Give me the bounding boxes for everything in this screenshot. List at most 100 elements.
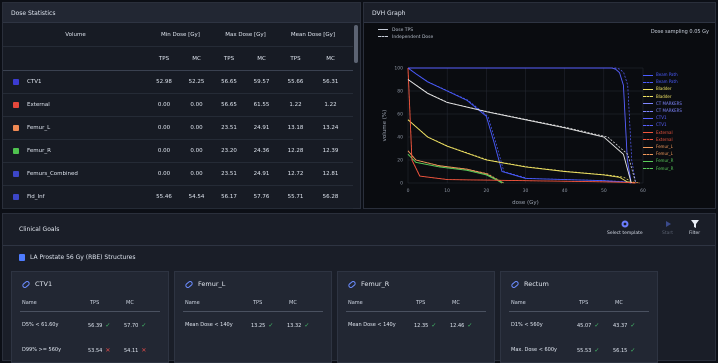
goal-tps-value: 53.54: [88, 348, 103, 354]
card-title-text: Femur_L: [198, 280, 226, 288]
legend-item[interactable]: CTV1: [643, 121, 682, 128]
filter-button[interactable]: Filter: [689, 220, 700, 236]
goal-card-femur-l[interactable]: Femur_L Name TPS MC Mean Dose < 140y 13.25 ✓ 13…: [174, 271, 332, 363]
mean-tps-cell: 13.18: [287, 125, 304, 131]
volume-header[interactable]: Volume: [3, 23, 148, 46]
structure-color-swatch: [13, 171, 19, 177]
legend-item[interactable]: Bladder: [643, 85, 682, 92]
legend-line-swatch: [643, 153, 653, 155]
cross-icon: ✕: [105, 347, 111, 354]
legend-item[interactable]: Femur_L: [643, 143, 682, 150]
dvh-graph-title: DVH Graph: [364, 3, 715, 23]
structure-name-cell: External: [3, 94, 148, 116]
dose-statistics-table: Volume Min Dose [Gy] Max Dose [Gy] Mean …: [3, 23, 353, 209]
dvh-line-bladder: [407, 119, 636, 184]
goal-name: D5% < 61.60y: [22, 322, 59, 328]
dose-statistics-panel: Dose Statistics Volume Min Dose [Gy] Max…: [2, 2, 361, 209]
min-tps-cell: 0.00: [157, 148, 171, 154]
select-template-button[interactable]: Select template: [607, 220, 643, 236]
tps-col-header: TPS: [253, 300, 263, 306]
legend-item[interactable]: CT MARKERS: [643, 107, 682, 114]
table-row[interactable]: Femur_R 0.00 0.00 23.20 24.36 12.28 12.39: [3, 140, 353, 163]
dose-statistics-title: Dose Statistics: [3, 3, 360, 23]
card-title: Femur_L: [184, 279, 226, 289]
structure-color-swatch: [13, 194, 19, 200]
mean-mc-header: MC: [326, 55, 335, 62]
min-dose-header[interactable]: Min Dose [Gy]: [148, 23, 213, 46]
tps-col-header: TPS: [416, 300, 426, 306]
legend-item[interactable]: External: [643, 136, 682, 143]
mc-col-header: MC: [615, 300, 623, 306]
legend-item[interactable]: Beam Path: [643, 71, 682, 78]
max-dose-header[interactable]: Max Dose [Gy]: [213, 23, 278, 46]
table-row[interactable]: Fid_Inf 55.46 54.54 56.17 57.76 55.71 56.28: [3, 186, 353, 209]
goal-card-ctv1[interactable]: CTV1 Name TPS MC D5% < 61.60y 56.39 ✓ 57.70 ✓ D99…: [11, 271, 169, 363]
name-col-header: Name: [185, 300, 200, 306]
goal-name: D99% >= 560y: [22, 347, 62, 353]
legend-item[interactable]: Femur_R: [643, 165, 682, 172]
legend-label: Femur_L: [656, 151, 673, 157]
x-tick-label: 20: [483, 188, 489, 194]
mean-tps-cell: 55.71: [287, 194, 304, 200]
dvh-graph-panel: DVH Graph Dose TPS Independent Dose Dose…: [363, 2, 716, 209]
name-col-header: Name: [511, 300, 526, 306]
min-mc-header: MC: [192, 55, 201, 62]
max-mc-cell: 24.91: [253, 125, 270, 131]
legend-item[interactable]: Beam Path: [643, 78, 682, 85]
start-label: Start: [662, 231, 673, 236]
structure-name: Femurs_Combined: [27, 171, 78, 177]
goal-tps-value: 56.39: [88, 323, 103, 329]
table-row[interactable]: Femur_L 0.00 0.00 23.51 24.91 13.18 13.24: [3, 117, 353, 140]
mean-mc-cell: 1.22: [324, 102, 337, 108]
structure-link-icon: [510, 279, 520, 289]
mean-dose-header[interactable]: Mean Dose [Gy]: [278, 23, 348, 46]
goal-tps-value: 12.35: [414, 323, 429, 329]
goal-card-rectum[interactable]: Rectum Name TPS MC D1% < 560y 45.07 ✓ 43.37 ✓ Max…: [500, 271, 658, 363]
legend-item[interactable]: Femur_L: [643, 150, 682, 157]
y-axis-label: volume (%): [382, 110, 388, 142]
legend-item[interactable]: CTV1: [643, 114, 682, 121]
check-icon: ✓: [594, 347, 600, 354]
scrollbar[interactable]: [354, 25, 358, 63]
x-tick-label: 40: [562, 188, 568, 194]
legend-line-swatch: [643, 146, 653, 148]
card-title: Rectum: [510, 279, 549, 289]
goal-tps: 55.53 ✓: [577, 347, 599, 354]
legend-label: CT MARKERS: [656, 108, 682, 114]
table-subheader-row: TPS MC TPS MC TPS MC: [3, 47, 353, 71]
table-row[interactable]: Femurs_Combined 0.00 0.00 23.51 24.91 12.72 12…: [3, 163, 353, 186]
structure-link-icon: [347, 279, 357, 289]
legend-item[interactable]: Bladder: [643, 93, 682, 100]
clinical-goals-panel: Clinical Goals Select template Start Fil…: [2, 213, 716, 363]
table-row[interactable]: External 0.00 0.00 56.65 61.55 1.22 1.22: [3, 94, 353, 117]
goal-tps: 12.35 ✓: [414, 322, 436, 329]
goal-tps-value: 55.53: [577, 348, 592, 354]
legend-item[interactable]: External: [643, 129, 682, 136]
max-tps-cell: 56.65: [221, 102, 237, 108]
max-mc-cell: 24.36: [253, 148, 270, 154]
clinical-goals-title: Clinical Goals: [19, 226, 60, 233]
goal-mc: 12.46 ✓: [450, 322, 472, 329]
y-tick-label: 60: [397, 112, 403, 118]
structure-name: Femur_R: [27, 148, 51, 154]
legend-item[interactable]: CT MARKERS: [643, 100, 682, 107]
legend-item[interactable]: Femur_R: [643, 157, 682, 164]
structure-color-swatch: [13, 79, 19, 85]
structure-name: CTV1: [27, 79, 42, 85]
goal-name: Mean Dose < 140y: [348, 322, 396, 328]
max-tps-cell: 23.20: [221, 148, 237, 154]
goal-card-femur-r[interactable]: Femur_R Name TPS MC Mean Dose < 140y 12.35 ✓ 12…: [337, 271, 495, 363]
goal-mc-value: 13.32: [287, 323, 302, 329]
goal-tps: 53.54 ✕: [88, 347, 110, 354]
max-tps-cell: 23.51: [221, 125, 237, 131]
max-mc-cell: 57.76: [253, 194, 270, 200]
legend-label: CT MARKERS: [656, 100, 682, 106]
legend-label: Beam Path: [656, 72, 678, 77]
legend-line-swatch: [643, 124, 653, 126]
table-row[interactable]: CTV1 52.98 52.25 56.65 59.57 55.66 56.31: [3, 71, 353, 94]
min-mc-cell: 0.00: [190, 125, 203, 131]
start-button[interactable]: Start: [662, 220, 673, 236]
goal-mc: 43.37 ✓: [613, 322, 635, 329]
legend-line-swatch: [643, 132, 653, 134]
legend-label: CTV1: [656, 115, 667, 121]
